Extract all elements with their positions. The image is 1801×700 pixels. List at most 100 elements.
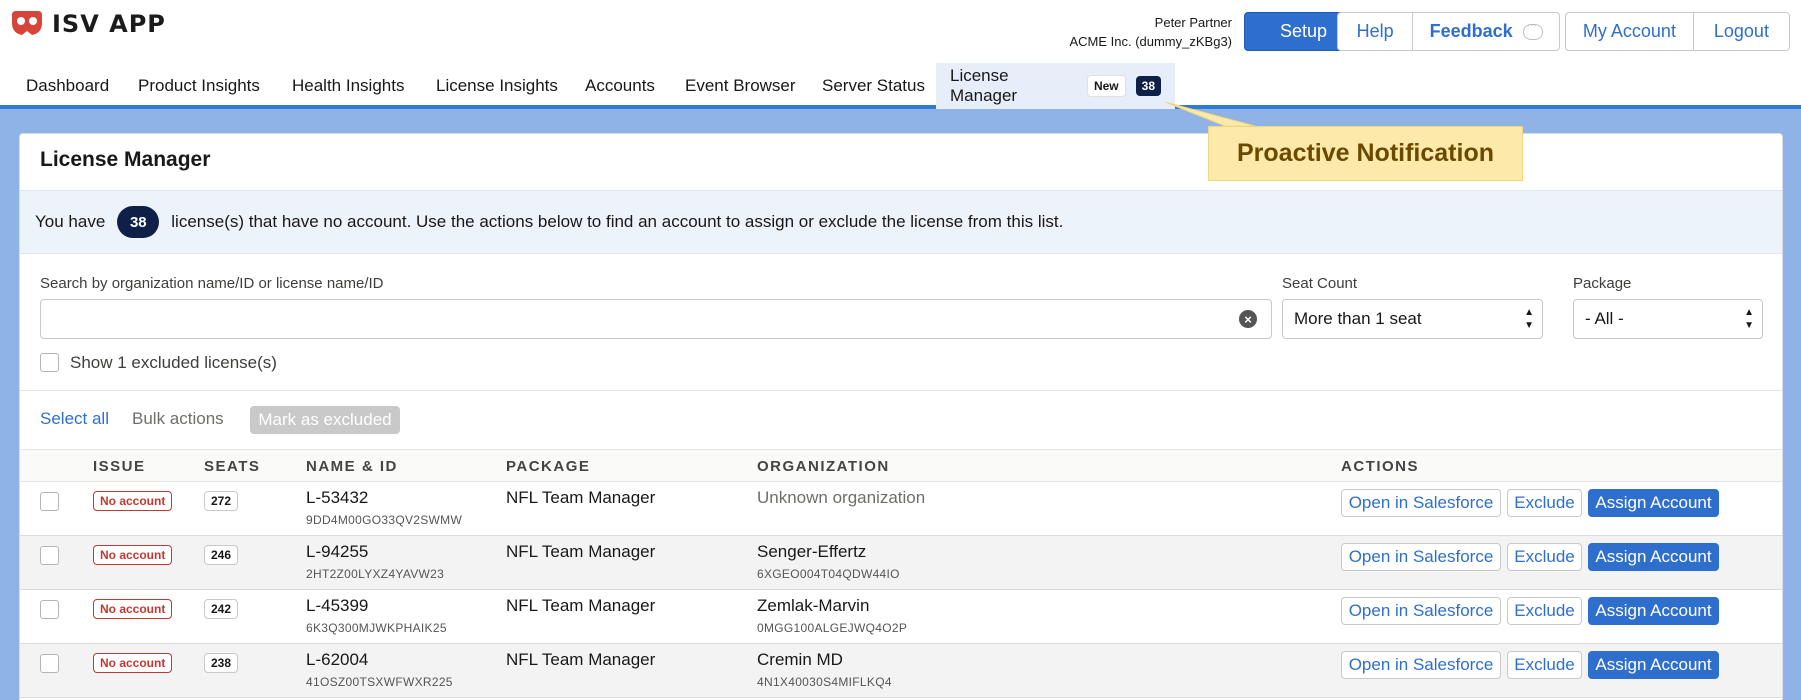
nav-dashboard[interactable]: Dashboard xyxy=(26,63,109,109)
feedback-button[interactable]: Feedback xyxy=(1413,13,1559,50)
package-select[interactable]: - All - ▲ ▼ xyxy=(1573,299,1763,339)
assign-account-button[interactable]: Assign Account xyxy=(1588,543,1719,571)
logout-button[interactable]: Logout xyxy=(1694,13,1789,50)
issue-badge: No account xyxy=(93,599,173,619)
open-in-salesforce-button[interactable]: Open in Salesforce xyxy=(1341,651,1501,679)
account-group: My Account Logout xyxy=(1565,12,1790,51)
app-title: ISV APP xyxy=(52,10,166,38)
exclude-button[interactable]: Exclude xyxy=(1507,597,1582,625)
header-actions: ACTIONS xyxy=(1341,458,1419,475)
row-checkbox[interactable] xyxy=(40,654,59,673)
main-nav: Dashboard Product Insights Health Insigh… xyxy=(0,63,1801,109)
issue-badge: No account xyxy=(93,491,173,511)
license-name: L-62004 xyxy=(306,650,369,669)
assign-account-button[interactable]: Assign Account xyxy=(1588,597,1719,625)
nav-server-status[interactable]: Server Status xyxy=(822,63,925,109)
page-title: License Manager xyxy=(40,148,211,171)
header-organization: ORGANIZATION xyxy=(757,458,890,475)
license-id: 6K3Q300MJWKPHAIK25 xyxy=(306,621,447,635)
organization-id: 0MGG100ALGEJWQ4O2P xyxy=(757,621,908,635)
table-row: No account 246 L-94255 2HT2Z00LYXZ4YAVW2… xyxy=(20,536,1782,590)
open-in-salesforce-button[interactable]: Open in Salesforce xyxy=(1341,597,1501,625)
issue-badge: No account xyxy=(93,653,173,673)
clear-icon[interactable]: × xyxy=(1239,310,1257,328)
license-id: 2HT2Z00LYXZ4YAVW23 xyxy=(306,567,445,581)
organization-name: Senger-Effertz xyxy=(757,542,867,561)
exclude-button[interactable]: Exclude xyxy=(1507,651,1582,679)
info-banner: You have 38 license(s) that have no acco… xyxy=(20,190,1782,254)
notification-count-badge: 38 xyxy=(1135,76,1161,96)
header-seats: SEATS xyxy=(204,458,261,475)
license-manager-card: License Manager You have 38 license(s) t… xyxy=(19,133,1783,700)
row-checkbox[interactable] xyxy=(40,546,59,565)
organization-name: Zemlak-Marvin xyxy=(757,596,870,615)
header-name: NAME & ID xyxy=(306,458,398,475)
my-account-button[interactable]: My Account xyxy=(1566,13,1694,50)
nav-license-manager[interactable]: License Manager New 38 xyxy=(936,63,1175,109)
seat-count-value: More than 1 seat xyxy=(1294,309,1422,328)
package-name: NFL Team Manager xyxy=(506,542,656,561)
select-all-link[interactable]: Select all xyxy=(40,409,109,429)
seats-badge: 238 xyxy=(204,653,239,673)
issue-badge: No account xyxy=(93,545,173,565)
package-label: Package xyxy=(1573,275,1632,292)
organization-name: Cremin MD xyxy=(757,650,843,669)
mask-logo-icon xyxy=(12,11,42,35)
search-label: Search by organization name/ID or licens… xyxy=(40,275,384,292)
search-input[interactable]: × xyxy=(40,299,1272,339)
nav-event-browser[interactable]: Event Browser xyxy=(685,63,796,109)
organization-id: 4N1X40030S4MIFLKQ4 xyxy=(757,675,892,689)
exclude-button[interactable]: Exclude xyxy=(1507,543,1582,571)
select-arrows-icon: ▲ ▼ xyxy=(1744,307,1754,331)
help-button[interactable]: Help xyxy=(1338,13,1414,50)
help-feedback-group: Help Feedback xyxy=(1337,12,1560,51)
table-row: No account 238 L-62004 41OSZ00TSXWFWXR22… xyxy=(20,644,1782,698)
app-header: ISV APP Peter Partner ACME Inc. (dummy_z… xyxy=(0,0,1801,63)
license-id: 9DD4M00GO33QV2SWMW xyxy=(306,513,463,527)
assign-account-button[interactable]: Assign Account xyxy=(1588,651,1719,679)
user-name: Peter Partner xyxy=(1154,15,1232,30)
package-name: NFL Team Manager xyxy=(506,488,656,507)
row-checkbox[interactable] xyxy=(40,600,59,619)
feedback-label: Feedback xyxy=(1429,21,1513,41)
nav-accounts[interactable]: Accounts xyxy=(585,63,655,109)
user-info: Peter Partner ACME Inc. (dummy_zKBg3) xyxy=(1069,13,1232,51)
open-in-salesforce-button[interactable]: Open in Salesforce xyxy=(1341,543,1501,571)
seats-badge: 246 xyxy=(204,545,239,565)
organization-name: Unknown organization xyxy=(757,488,926,507)
package-name: NFL Team Manager xyxy=(506,596,656,615)
new-badge: New xyxy=(1086,75,1126,97)
seats-badge: 242 xyxy=(204,599,239,619)
show-excluded-checkbox[interactable] xyxy=(40,353,59,372)
table-header: ISSUE SEATS NAME & ID PACKAGE ORGANIZATI… xyxy=(20,449,1782,482)
seats-badge: 272 xyxy=(204,491,239,511)
show-excluded-label: Show 1 excluded license(s) xyxy=(70,353,277,372)
nav-product-insights[interactable]: Product Insights xyxy=(138,63,260,109)
license-count-pill: 38 xyxy=(117,206,160,238)
table-row: No account 242 L-45399 6K3Q300MJWKPHAIK2… xyxy=(20,590,1782,644)
info-suffix: license(s) that have no account. Use the… xyxy=(171,212,1064,231)
header-package: PACKAGE xyxy=(506,458,591,475)
open-in-salesforce-button[interactable]: Open in Salesforce xyxy=(1341,489,1501,517)
seat-count-select[interactable]: More than 1 seat ▲ ▼ xyxy=(1282,299,1543,339)
user-org: ACME Inc. (dummy_zKBg3) xyxy=(1069,34,1232,49)
exclude-button[interactable]: Exclude xyxy=(1507,489,1582,517)
license-name: L-53432 xyxy=(306,488,369,507)
nav-health-insights[interactable]: Health Insights xyxy=(292,63,404,109)
app-logo[interactable]: ISV APP xyxy=(10,10,166,38)
license-id: 41OSZ00TSXWFWXR225 xyxy=(306,675,453,689)
bulk-actions-label: Bulk actions xyxy=(132,409,224,428)
nav-license-insights[interactable]: License Insights xyxy=(436,63,558,109)
package-value: - All - xyxy=(1585,309,1624,328)
license-name: L-45399 xyxy=(306,596,369,615)
license-name: L-94255 xyxy=(306,542,369,561)
header-issue: ISSUE xyxy=(93,458,146,475)
assign-account-button[interactable]: Assign Account xyxy=(1588,489,1719,517)
row-checkbox[interactable] xyxy=(40,492,59,511)
seat-count-label: Seat Count xyxy=(1282,275,1358,292)
mark-excluded-button[interactable]: Mark as excluded xyxy=(250,406,400,434)
proactive-notification-callout: Proactive Notification xyxy=(1208,126,1523,181)
select-arrows-icon: ▲ ▼ xyxy=(1524,307,1534,331)
table-row: No account 272 L-53432 9DD4M00GO33QV2SWM… xyxy=(20,482,1782,536)
info-prefix: You have xyxy=(35,212,106,231)
